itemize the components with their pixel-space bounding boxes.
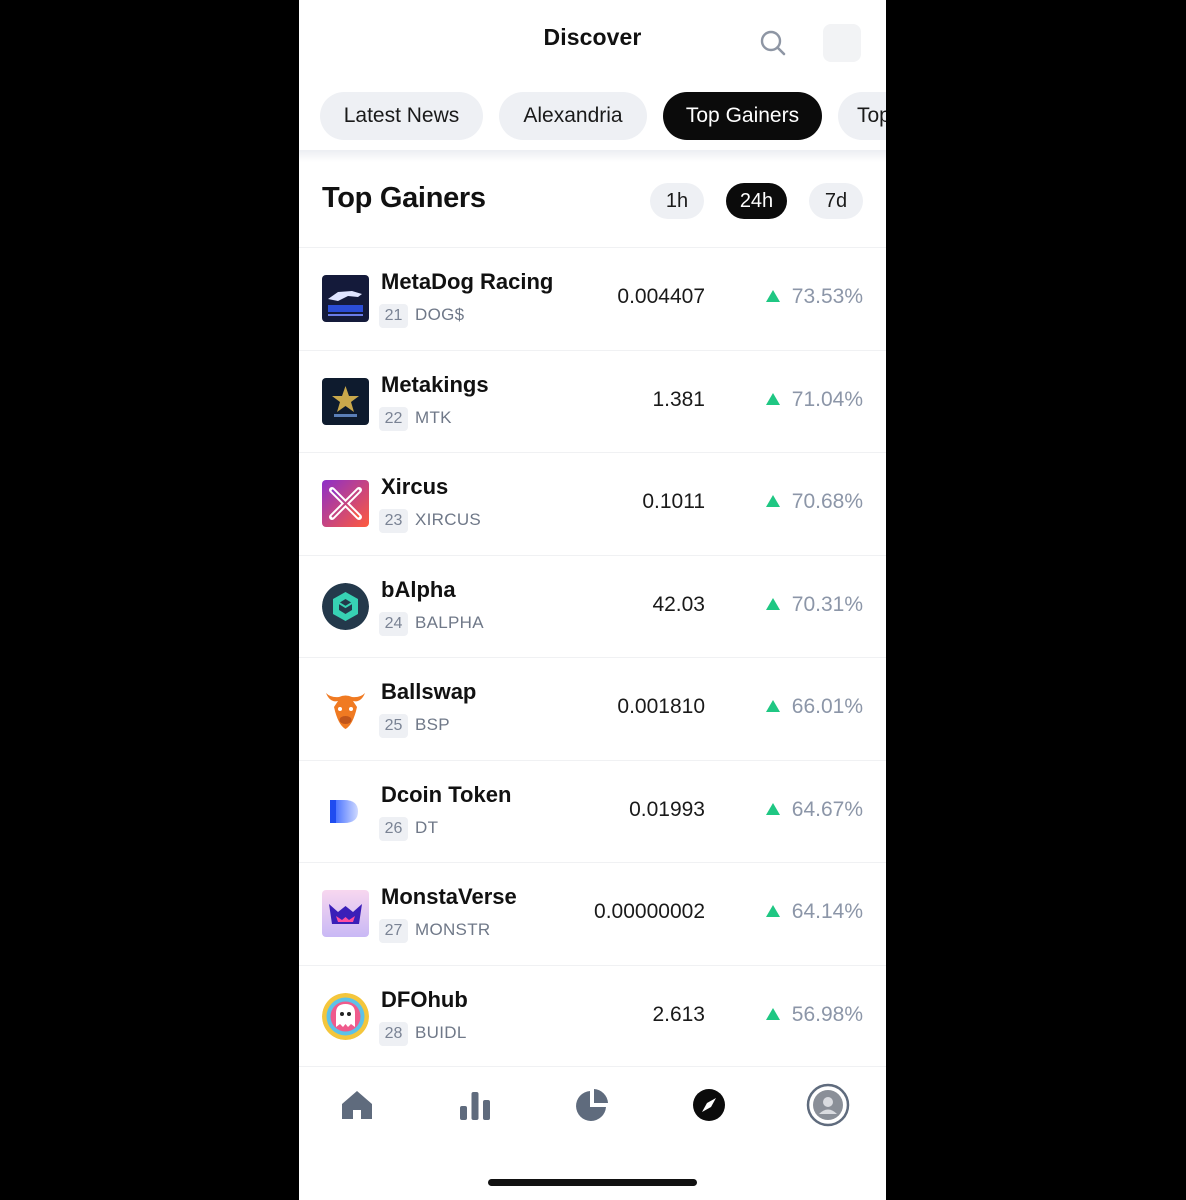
up-arrow-icon — [765, 290, 780, 302]
rank-badge: 23 — [379, 509, 408, 533]
coin-row[interactable]: MonstaVerse 27 MONSTR 0.00000002 64.14% — [299, 862, 886, 965]
coin-symbol: XIRCUS — [415, 510, 482, 529]
coin-price: 0.004407 — [617, 285, 705, 308]
up-arrow-icon — [765, 1007, 780, 1020]
price-change: 71.04% — [765, 387, 863, 412]
coin-price: 0.01993 — [629, 797, 705, 821]
tab-latest-news[interactable]: Latest News — [320, 92, 483, 140]
tab-alexandria[interactable]: Alexandria — [499, 92, 647, 140]
up-arrow-icon — [765, 905, 780, 917]
bar-chart-icon[interactable] — [455, 1085, 495, 1125]
up-arrow-icon — [765, 597, 780, 610]
coin-price: 42.03 — [652, 592, 705, 616]
xircus-logo-icon — [322, 480, 369, 527]
pie-chart-icon[interactable] — [572, 1085, 612, 1125]
compass-icon[interactable] — [689, 1085, 729, 1125]
coin-price: 0.001810 — [617, 695, 705, 718]
price-change: 73.53% — [765, 285, 863, 309]
period-1h[interactable]: 1h — [650, 183, 704, 219]
coin-symbol: BALPHA — [415, 612, 484, 632]
gainers-list: MetaDog Racing 21 DOG$ 0.004407 73.53% M… — [299, 247, 886, 1067]
coin-row[interactable]: MetaDog Racing 21 DOG$ 0.004407 73.53% — [299, 247, 886, 350]
coin-name: Ballswap — [381, 679, 477, 704]
bottom-nav — [299, 1066, 886, 1146]
coin-symbol: BSP — [415, 715, 450, 734]
tab-top[interactable]: Top — [838, 92, 886, 140]
price-change: 66.01% — [765, 695, 863, 719]
tab-top-gainers[interactable]: Top Gainers — [663, 92, 822, 140]
phone-screen: Discover Latest News Alexandria Top Gain… — [299, 0, 886, 1200]
metakings-logo-icon — [322, 377, 369, 425]
rank-badge: 22 — [379, 406, 408, 431]
period-7d[interactable]: 7d — [809, 183, 863, 219]
monstaverse-logo-icon — [322, 890, 369, 937]
ballswap-logo-icon — [322, 685, 369, 732]
price-change: 70.68% — [765, 490, 863, 514]
dfohub-logo-icon — [322, 992, 369, 1040]
change-value: 70.68% — [791, 490, 863, 513]
rank-badge: 21 — [379, 304, 408, 328]
coin-row[interactable]: Dcoin Token 26 DT 0.01993 64.67% — [299, 759, 886, 863]
price-change: 70.31% — [765, 592, 863, 617]
coin-symbol: MTK — [415, 407, 452, 427]
metadog-logo-icon — [322, 275, 369, 322]
tabs-divider — [299, 150, 886, 162]
coin-price: 0.1011 — [642, 490, 705, 513]
coin-symbol: DT — [415, 817, 439, 837]
change-value: 64.67% — [791, 797, 863, 821]
rank-badge: 28 — [379, 1021, 408, 1046]
change-value: 70.31% — [791, 592, 863, 616]
period-24h[interactable]: 24h — [726, 183, 787, 219]
change-value: 71.04% — [791, 387, 863, 411]
balpha-logo-icon — [322, 582, 369, 630]
search-icon[interactable] — [759, 29, 787, 57]
coin-symbol: DOG$ — [415, 305, 465, 324]
change-value: 56.98% — [791, 1002, 863, 1026]
coin-row[interactable]: DFOhub 28 BUIDL 2.613 56.98% — [299, 964, 886, 1068]
section-title: Top Gainers — [322, 182, 486, 214]
rank-badge: 25 — [379, 714, 408, 738]
coin-name: MetaDog Racing — [381, 269, 554, 294]
coin-symbol: MONSTR — [415, 920, 491, 939]
coin-name: Metakings — [381, 371, 489, 397]
coin-row[interactable]: Ballswap 25 BSP 0.001810 66.01% — [299, 657, 886, 760]
app-header: Discover — [299, 0, 886, 80]
dcoin-logo-icon — [322, 787, 369, 835]
rank-badge: 26 — [379, 816, 408, 841]
coin-row[interactable]: bAlpha 24 BALPHA 42.03 70.31% — [299, 554, 886, 658]
up-arrow-icon — [765, 392, 780, 405]
price-change: 64.67% — [765, 797, 863, 822]
header-action-button[interactable] — [823, 24, 861, 62]
avatar-icon[interactable] — [806, 1083, 850, 1127]
coin-symbol: BUIDL — [415, 1022, 467, 1042]
rank-badge: 24 — [379, 611, 408, 636]
home-indicator — [488, 1179, 697, 1186]
home-icon[interactable] — [337, 1085, 377, 1125]
up-arrow-icon — [765, 495, 780, 507]
change-value: 66.01% — [791, 695, 863, 718]
coin-price: 0.00000002 — [594, 900, 705, 923]
coin-name: Xircus — [381, 474, 449, 499]
price-change: 64.14% — [765, 900, 863, 924]
change-value: 73.53% — [791, 285, 863, 308]
coin-price: 2.613 — [652, 1002, 705, 1026]
coin-name: Dcoin Token — [381, 781, 512, 807]
page-title: Discover — [543, 24, 642, 50]
change-value: 64.14% — [791, 900, 863, 923]
price-change: 56.98% — [765, 1002, 863, 1027]
coin-name: MonstaVerse — [381, 884, 517, 909]
rank-badge: 27 — [379, 919, 408, 943]
coin-row[interactable]: Xircus 23 XIRCUS 0.1011 70.68% — [299, 452, 886, 555]
coin-row[interactable]: Metakings 22 MTK 1.381 71.04% — [299, 349, 886, 453]
up-arrow-icon — [765, 700, 780, 712]
up-arrow-icon — [765, 802, 780, 815]
category-tabs: Latest News Alexandria Top Gainers Top — [299, 90, 886, 142]
coin-name: bAlpha — [381, 576, 456, 602]
coin-price: 1.381 — [652, 387, 705, 411]
coin-name: DFOhub — [381, 986, 468, 1012]
